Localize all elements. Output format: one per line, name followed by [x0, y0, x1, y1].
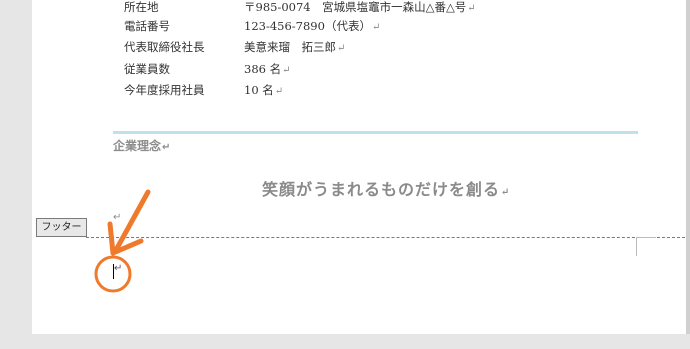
- paragraph-mark-icon: ↵: [501, 187, 511, 198]
- info-value-phone: 123-456-7890（代表）↵: [244, 19, 381, 33]
- margin-corner-right-top: [636, 237, 656, 238]
- info-label-phone: 電話番号: [124, 19, 170, 33]
- section-heading: 企業理念↵: [113, 139, 171, 153]
- paragraph-mark-icon: ↵: [467, 3, 476, 14]
- empty-paragraph-mark: ↵: [113, 212, 122, 223]
- info-label-address: 所在地: [124, 0, 159, 14]
- paragraph-mark-icon: ↵: [282, 65, 291, 76]
- margin-corner-left: [112, 238, 113, 256]
- company-motto: 笑顔がうまれるものだけを創る↵: [262, 180, 511, 199]
- footer-boundary-line: [86, 237, 690, 238]
- info-value-new-hires: 10 名↵: [244, 83, 284, 97]
- info-value-employees: 386 名↵: [244, 62, 291, 76]
- section-rule: [113, 131, 638, 134]
- info-value-address: 〒985-0074 宮城県塩竈市一森山△番△号↵: [244, 0, 476, 14]
- footer-tab-label[interactable]: フッター: [36, 218, 87, 237]
- paragraph-mark-icon: ↵: [274, 86, 284, 97]
- paragraph-mark-icon: ↵: [162, 142, 171, 153]
- info-label-new-hires: 今年度採用社員: [124, 83, 205, 97]
- info-label-employees: 従業員数: [124, 62, 170, 76]
- page-gap: [0, 334, 690, 349]
- paragraph-mark-icon: ↵: [371, 22, 381, 33]
- document-viewport: 所在地 〒985-0074 宮城県塩竈市一森山△番△号↵ 電話番号 123-45…: [0, 0, 690, 349]
- margin-corner-right: [636, 238, 637, 256]
- footer-paragraph-mark: ↵: [114, 263, 123, 274]
- scroll-edge: [686, 0, 690, 349]
- paragraph-mark-icon: ↵: [337, 43, 346, 54]
- info-label-president: 代表取締役社長: [124, 40, 205, 54]
- info-value-president: 美意来瑠 拓三郎↵: [244, 40, 346, 54]
